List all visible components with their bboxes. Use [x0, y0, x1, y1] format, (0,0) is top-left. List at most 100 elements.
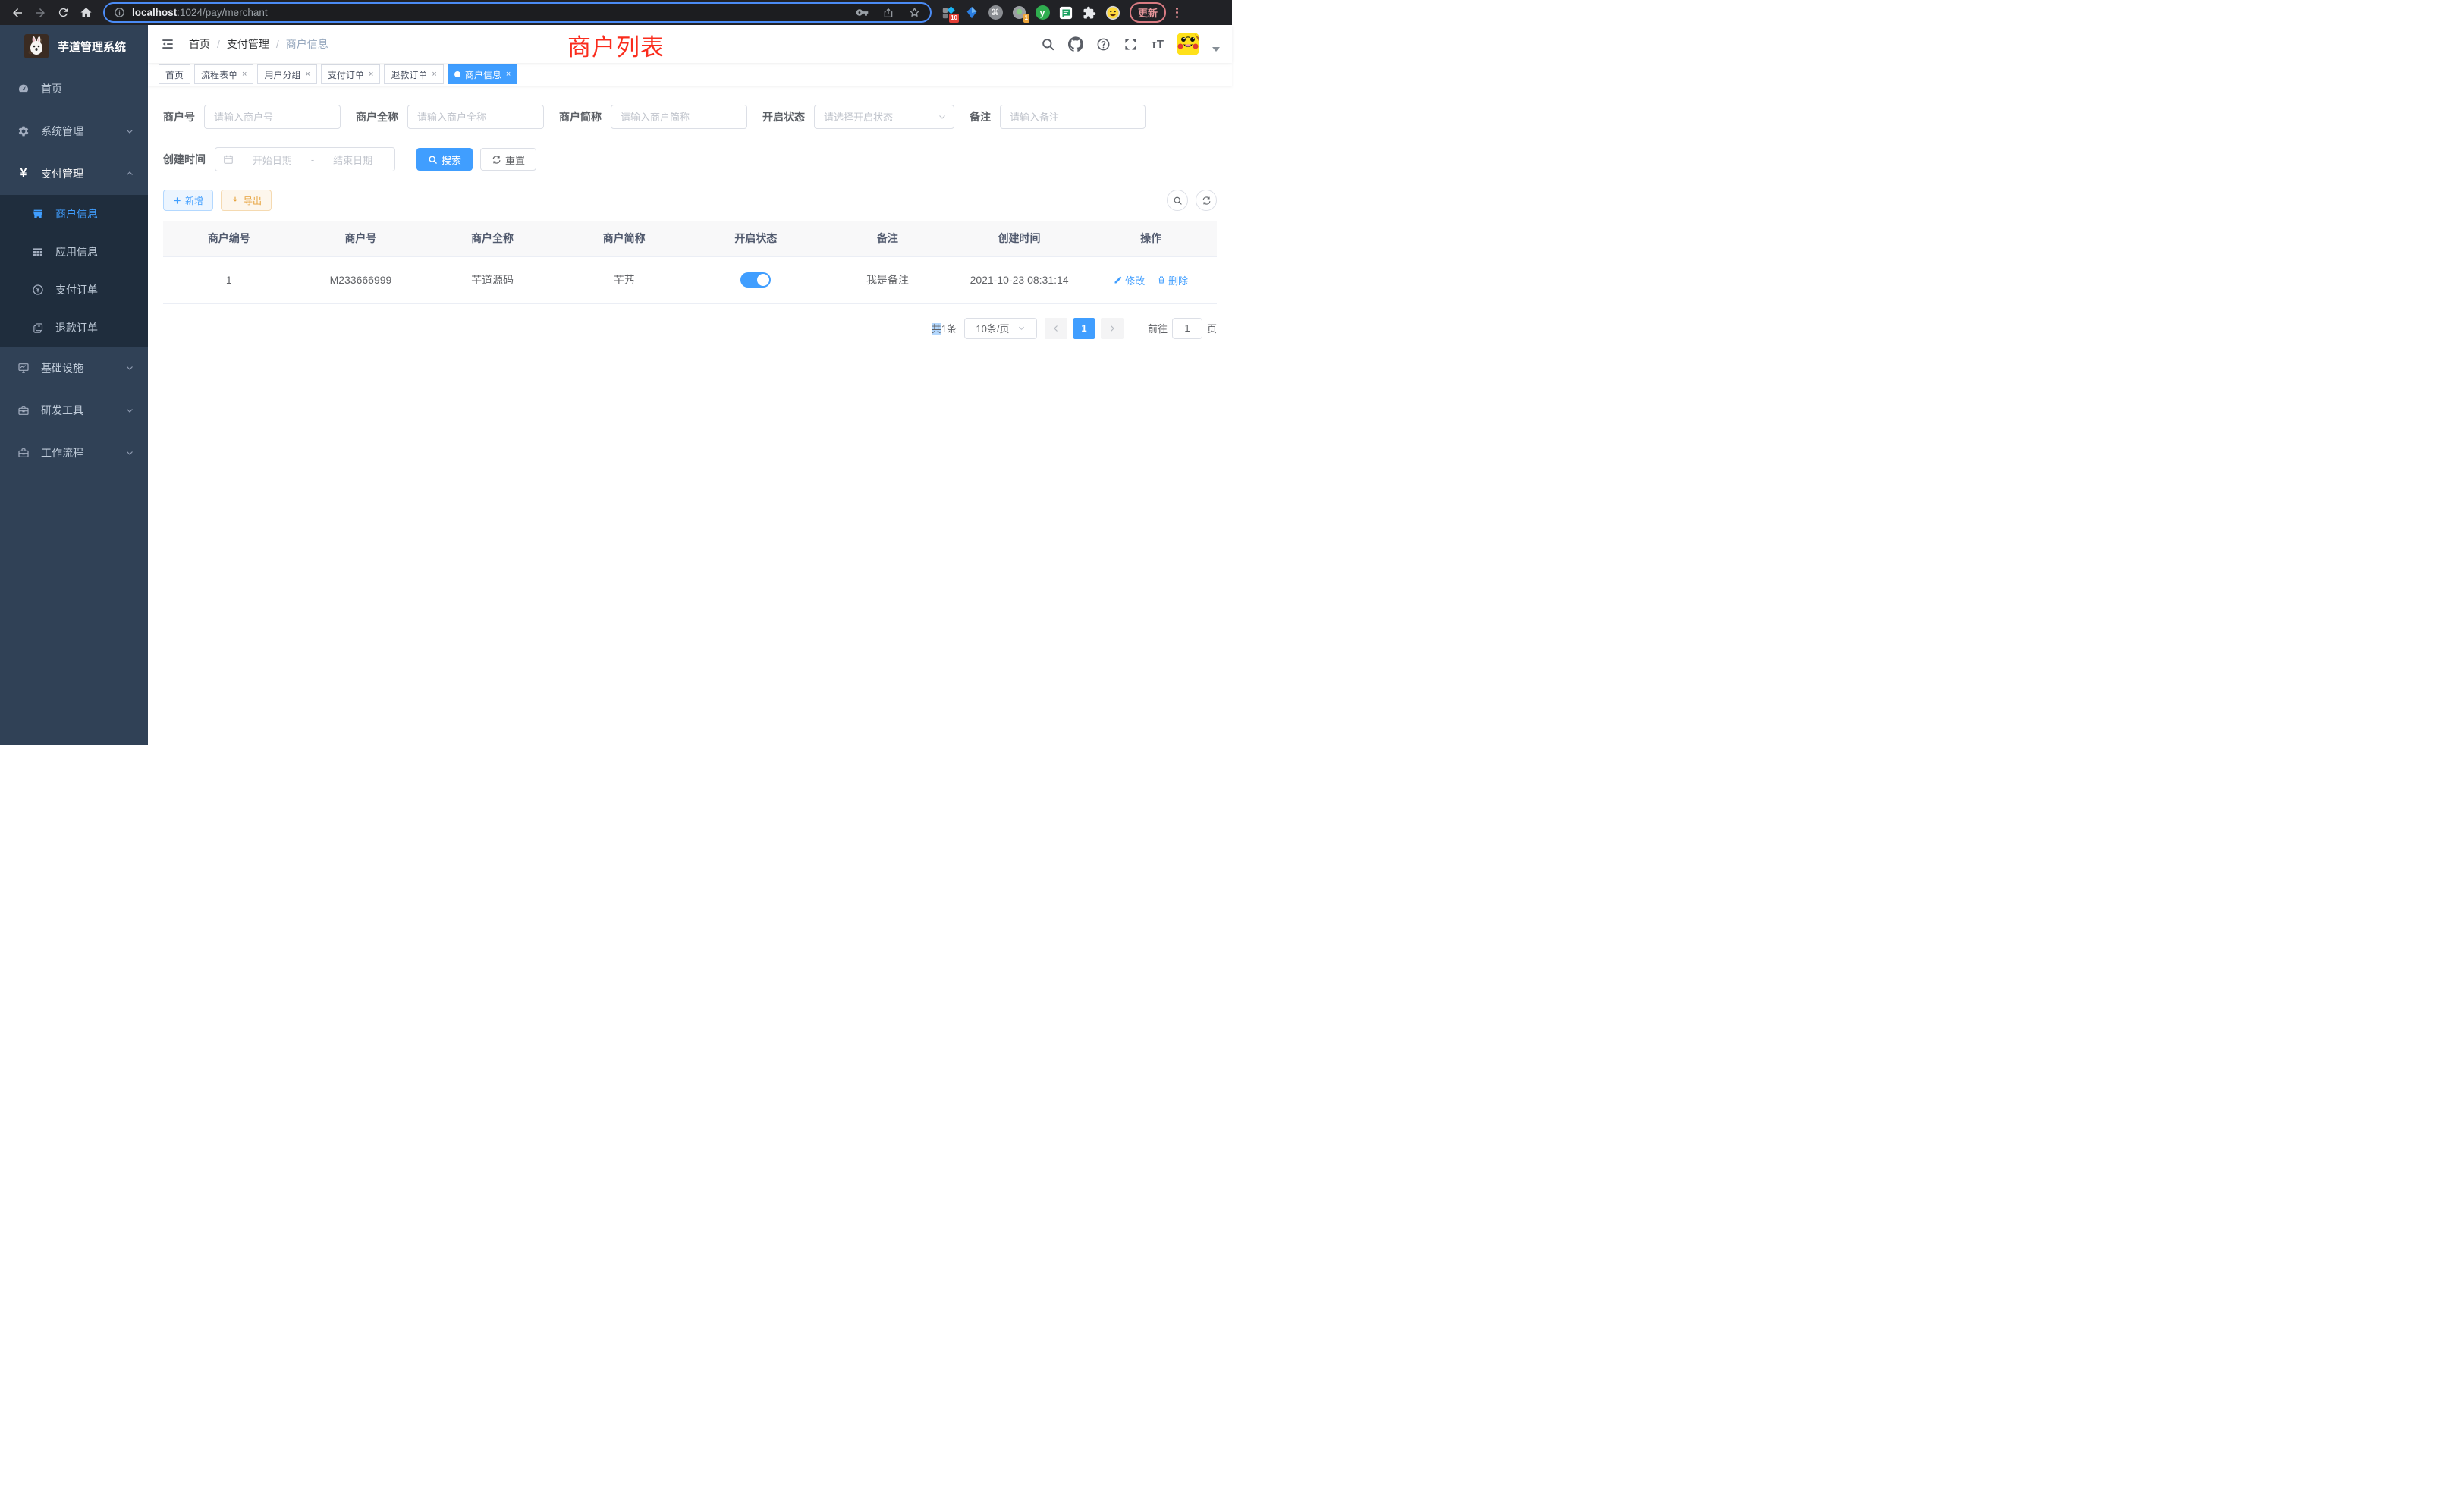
browser-home-button[interactable]	[76, 3, 96, 23]
sidebar-collapse-icon[interactable]	[160, 36, 175, 52]
prev-page-button[interactable]	[1045, 318, 1067, 339]
user-menu-caret-icon[interactable]	[1212, 47, 1220, 52]
page-content: 商户号 商户全称 商户简称 开启状态	[148, 86, 1232, 745]
address-bar[interactable]: localhost:1024/pay/merchant	[103, 2, 932, 23]
pagination-total: 共1条	[932, 321, 957, 335]
close-icon[interactable]: ×	[506, 70, 511, 79]
merchant-table: 商户编号 商户号 商户全称 商户简称 开启状态 备注 创建时间 操作 1 M23…	[163, 221, 1217, 304]
sidebar-item-app-info[interactable]: 应用信息	[0, 233, 148, 271]
sidebar-item-label: 首页	[41, 81, 134, 96]
tags-view: 首页 流程表单× 用户分组× 支付订单× 退款订单× 商户信息×	[148, 63, 1232, 86]
sidebar-item-payment[interactable]: ¥ 支付管理	[0, 152, 148, 195]
extension-profile-icon[interactable]: 1	[1011, 5, 1026, 20]
red-annotation-text: 商户列表	[567, 28, 665, 62]
extensions-puzzle-icon[interactable]	[1082, 5, 1097, 20]
tab-refund-order[interactable]: 退款订单×	[384, 64, 443, 84]
col-full-name: 商户全称	[426, 221, 558, 256]
refresh-button[interactable]	[1196, 190, 1217, 211]
extension-tiles-icon[interactable]: 10	[941, 5, 956, 20]
merchant-no-input[interactable]	[204, 105, 341, 129]
page-size-select[interactable]: 10条/页	[964, 318, 1037, 339]
tab-user-group[interactable]: 用户分组×	[257, 64, 316, 84]
add-button[interactable]: 新增	[163, 190, 213, 211]
close-icon[interactable]: ×	[242, 70, 247, 79]
close-icon[interactable]: ×	[305, 70, 310, 79]
tab-process-form[interactable]: 流程表单×	[194, 64, 253, 84]
extension-chat-icon[interactable]	[1058, 5, 1073, 20]
sidebar-item-home[interactable]: 首页	[0, 68, 148, 110]
page-number-1[interactable]: 1	[1073, 318, 1095, 339]
table-row: 1 M233666999 芋道源码 芋艿 我是备注 2021-10-23 08:…	[163, 256, 1217, 303]
goto-page-input[interactable]	[1172, 318, 1202, 339]
share-icon[interactable]	[882, 7, 894, 19]
extension-cmd-icon[interactable]: ⌘	[988, 5, 1003, 20]
tab-home[interactable]: 首页	[159, 64, 190, 84]
filter-short-name: 商户简称	[559, 105, 747, 129]
field-label: 备注	[970, 109, 991, 124]
sidebar-logo[interactable]: 芋道管理系统	[0, 25, 148, 68]
full-name-input[interactable]	[407, 105, 544, 129]
font-size-icon[interactable]: ᴛT	[1151, 38, 1164, 51]
password-key-icon[interactable]	[856, 6, 869, 19]
search-button[interactable]: 搜索	[416, 148, 473, 171]
browser-menu-icon[interactable]	[1174, 8, 1180, 18]
sidebar-item-system[interactable]: 系统管理	[0, 110, 148, 152]
active-tab-dot	[454, 71, 460, 77]
sidebar-item-refund-order[interactable]: 退款订单	[0, 309, 148, 347]
sidebar-item-pay-order[interactable]: 支付订单	[0, 271, 148, 309]
start-date-placeholder[interactable]: 开始日期	[238, 152, 306, 167]
sidebar-item-merchant-info[interactable]: 商户信息	[0, 195, 148, 233]
profile-emoji-avatar[interactable]	[1105, 5, 1120, 20]
chevron-up-icon	[125, 169, 134, 178]
gear-icon	[17, 125, 30, 137]
close-icon[interactable]: ×	[432, 70, 436, 79]
export-button[interactable]: 导出	[221, 190, 272, 211]
bookmark-star-icon[interactable]	[908, 6, 921, 19]
browser-back-button[interactable]	[8, 3, 27, 23]
status-toggle[interactable]	[740, 272, 771, 288]
site-info-icon[interactable]	[114, 7, 125, 18]
status-select[interactable]	[814, 105, 954, 129]
end-date-placeholder[interactable]: 结束日期	[319, 152, 387, 167]
user-avatar[interactable]	[1177, 33, 1199, 55]
filter-status: 开启状态	[762, 105, 954, 129]
yen-circle-icon	[31, 284, 45, 296]
extension-y-icon[interactable]: y	[1035, 5, 1050, 20]
breadcrumb-home[interactable]: 首页	[189, 36, 210, 52]
close-icon[interactable]: ×	[369, 70, 373, 79]
filter-create-time: 创建时间 开始日期 - 结束日期	[163, 147, 395, 171]
delete-link[interactable]: 删除	[1157, 273, 1188, 288]
tab-pay-order[interactable]: 支付订单×	[321, 64, 380, 84]
sidebar-item-dev-tools[interactable]: 研发工具	[0, 389, 148, 432]
url-host: localhost	[132, 7, 177, 18]
status-select-input[interactable]	[814, 105, 954, 129]
browser-update-button[interactable]: 更新	[1130, 2, 1166, 23]
cell-operations: 修改 删除	[1085, 256, 1217, 303]
goto-suffix: 页	[1207, 321, 1217, 335]
col-short-name: 商户简称	[558, 221, 690, 256]
chevron-down-icon	[125, 448, 134, 457]
reset-button[interactable]: 重置	[480, 148, 536, 171]
sidebar-item-workflow[interactable]: 工作流程	[0, 432, 148, 474]
sidebar-item-infrastructure[interactable]: 基础设施	[0, 347, 148, 389]
toggle-search-button[interactable]	[1167, 190, 1188, 211]
short-name-input[interactable]	[611, 105, 747, 129]
github-icon[interactable]	[1068, 36, 1083, 52]
remark-input[interactable]	[1000, 105, 1146, 129]
fullscreen-icon[interactable]	[1124, 37, 1138, 52]
cell-status	[690, 256, 822, 303]
next-page-button[interactable]	[1101, 318, 1124, 339]
url-path: :1024/pay/merchant	[177, 7, 267, 18]
create-time-range-picker[interactable]: 开始日期 - 结束日期	[215, 147, 395, 171]
sidebar-item-label: 系统管理	[41, 124, 125, 139]
help-icon[interactable]	[1096, 37, 1111, 52]
breadcrumb-section[interactable]: 支付管理	[227, 36, 269, 52]
edit-link[interactable]: 修改	[1114, 273, 1145, 288]
chevron-down-icon	[125, 127, 134, 136]
tab-merchant-info[interactable]: 商户信息×	[448, 64, 517, 84]
browser-reload-button[interactable]	[53, 3, 73, 23]
yen-icon: ¥	[17, 167, 30, 181]
extension-kite-icon[interactable]	[964, 5, 979, 20]
search-icon[interactable]	[1041, 37, 1055, 52]
browser-forward-button[interactable]	[30, 3, 50, 23]
